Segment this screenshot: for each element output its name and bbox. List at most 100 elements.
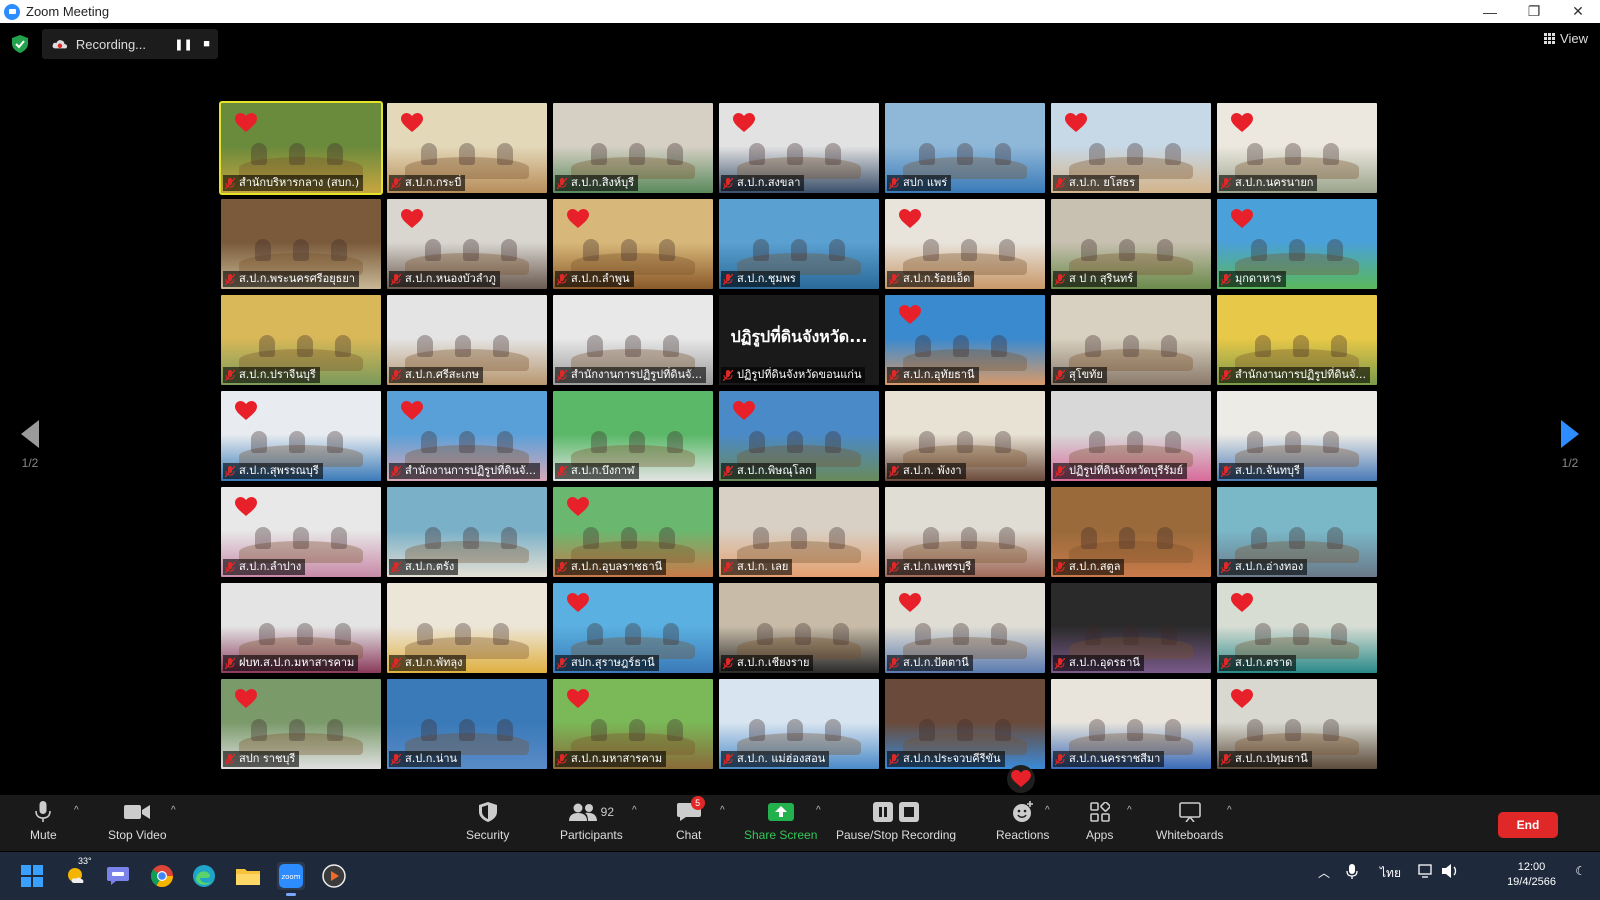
weather-widget[interactable]: 33° (64, 856, 92, 890)
teams-chat-icon[interactable] (104, 862, 132, 890)
network-icon[interactable] (1418, 864, 1436, 881)
media-player-icon[interactable] (320, 862, 348, 890)
participant-video-tile[interactable]: ปฏิรูปที่ดินจังหวัด... ปฏิรูปที่ดินจังหวั… (719, 295, 879, 385)
participant-video-tile[interactable]: สำนักงานการปฏิรูปที่ดินจั... (553, 295, 713, 385)
participant-video-tile[interactable]: ฝบท.ส.ป.ก.มหาสารคาม (221, 583, 381, 673)
participant-video-tile[interactable]: มุกดาหาร (1217, 199, 1377, 289)
participant-video-tile[interactable]: ส.ป.ก.ชุมพร (719, 199, 879, 289)
reactions-button[interactable]: Reactions (996, 799, 1049, 842)
participant-video-tile[interactable]: สปก ราชบุรี (221, 679, 381, 769)
participant-video-tile[interactable]: ส.ป.ก.ประจวบคีรีขัน (885, 679, 1045, 769)
show-hidden-icons-chevron-icon[interactable]: ︿ (1318, 864, 1330, 881)
participant-video-tile[interactable]: ส.ป.ก. แม่ฮ่องสอน (719, 679, 879, 769)
participant-video-tile[interactable]: ส.ป.ก.อ่างทอง (1217, 487, 1377, 577)
video-options-chevron-icon[interactable]: ^ (171, 805, 176, 816)
clock-time: 12:00 (1517, 861, 1546, 873)
participant-video-tile[interactable]: ปฏิรูปที่ดินจังหวัดบุรีรัมย์ (1051, 391, 1211, 481)
participant-video-tile[interactable]: ส.ป.ก.ตราด (1217, 583, 1377, 673)
stop-video-button[interactable]: Stop Video (108, 799, 167, 842)
participant-name-label: ส ป ก สุรินทร์ (1053, 271, 1138, 287)
muted-microphone-icon (556, 753, 568, 766)
participant-video-tile[interactable]: ส.ป.ก.ลำปาง (221, 487, 381, 577)
participant-video-tile[interactable]: สปก.สุราษฎร์ธานี (553, 583, 713, 673)
participant-video-tile[interactable]: ส.ป.ก.ปราจีนบุรี (221, 295, 381, 385)
participants-button[interactable]: 92 Participants (560, 799, 623, 842)
participant-video-tile[interactable]: ส.ป.ก.ร้อยเอ็ด (885, 199, 1045, 289)
next-page-button[interactable]: 1/2 (1550, 420, 1590, 470)
notifications-icon[interactable]: ☾ (1575, 864, 1586, 878)
participant-video-tile[interactable]: สำนักงานการปฏิรูปที่ดินจั... (387, 391, 547, 481)
participant-video-tile[interactable]: สำนักบริหารกลาง (สบก.) (219, 101, 383, 195)
participant-video-tile[interactable]: ส.ป.ก.ลำพูน (553, 199, 713, 289)
apps-options-chevron-icon[interactable]: ^ (1127, 805, 1132, 816)
whiteboards-button[interactable]: Whiteboards (1156, 799, 1223, 842)
end-meeting-button[interactable]: End (1498, 812, 1558, 838)
mute-button[interactable]: Mute (30, 799, 57, 842)
previous-page-button[interactable]: 1/2 (10, 420, 50, 470)
speaker-volume-icon[interactable] (1442, 864, 1460, 881)
participant-video-tile[interactable]: ส.ป.ก.อุดรธานี (1051, 583, 1211, 673)
muted-microphone-icon (1054, 657, 1066, 670)
participant-video-tile[interactable]: ส.ป.ก.เชียงราย (719, 583, 879, 673)
participant-video-tile[interactable]: ส.ป.ก.น่าน (387, 679, 547, 769)
system-clock[interactable]: 12:00 19/4/2566 (1507, 860, 1556, 890)
stop-video-label: Stop Video (108, 828, 167, 842)
muted-microphone-icon (888, 657, 900, 670)
participant-video-tile[interactable]: ส.ป.ก.สุพรรณบุรี (221, 391, 381, 481)
participant-video-tile[interactable]: ส.ป.ก.บึงกาฬ (553, 391, 713, 481)
participant-video-tile[interactable]: ส.ป.ก.อุบลราชธานี (553, 487, 713, 577)
chrome-icon[interactable] (148, 862, 176, 890)
participant-video-tile[interactable]: ส.ป.ก.ตรัง (387, 487, 547, 577)
security-button[interactable]: Security (466, 799, 509, 842)
participant-video-tile[interactable]: ส.ป.ก.สิงห์บุรี (553, 103, 713, 193)
participant-video-tile[interactable]: ส.ป.ก.พระนครศรีอยุธยา (221, 199, 381, 289)
windows-start-icon[interactable] (18, 862, 46, 890)
participant-video-tile[interactable]: ส.ป.ก.มหาสารคาม (553, 679, 713, 769)
participant-video-tile[interactable]: สปก แพร่ (885, 103, 1045, 193)
apps-button[interactable]: Apps (1086, 799, 1113, 842)
audio-options-chevron-icon[interactable]: ^ (74, 805, 79, 816)
encryption-shield-icon[interactable] (12, 35, 28, 53)
participant-video-tile[interactable]: สำนักงานการปฏิรูปที่ดินจั... (1217, 295, 1377, 385)
view-button[interactable]: View (1544, 31, 1588, 46)
participant-video-tile[interactable]: ส.ป.ก.อุทัยธานี (885, 295, 1045, 385)
participant-video-tile[interactable]: ส.ป.ก.สงขลา (719, 103, 879, 193)
participant-name-label: ส.ป.ก.ลำปาง (223, 559, 306, 575)
muted-microphone-icon (1054, 273, 1066, 286)
participant-video-tile[interactable]: ส ป ก สุรินทร์ (1051, 199, 1211, 289)
chat-options-chevron-icon[interactable]: ^ (720, 805, 725, 816)
restore-button[interactable]: ❐ (1512, 0, 1556, 23)
language-indicator[interactable]: ไทย (1380, 864, 1401, 883)
participant-video-tile[interactable]: ส.ป.ก.นครราชสีมา (1051, 679, 1211, 769)
participant-video-tile[interactable]: ส.ป.ก.จันทบุรี (1217, 391, 1377, 481)
microphone-tray-icon[interactable] (1346, 864, 1358, 883)
participant-video-tile[interactable]: ส.ป.ก. พังงา (885, 391, 1045, 481)
participant-video-tile[interactable]: ส.ป.ก.เพชรบุรี (885, 487, 1045, 577)
participant-video-tile[interactable]: ส.ป.ก.กระบี่ (387, 103, 547, 193)
stop-recording-button[interactable]: ■ (195, 38, 218, 50)
participants-options-chevron-icon[interactable]: ^ (632, 805, 637, 816)
participant-video-tile[interactable]: ส.ป.ก.พัทลุง (387, 583, 547, 673)
close-button[interactable]: ✕ (1556, 0, 1600, 23)
participant-video-tile[interactable]: ส.ป.ก.ศรีสะเกษ (387, 295, 547, 385)
reactions-options-chevron-icon[interactable]: ^ (1045, 805, 1050, 816)
participant-video-tile[interactable]: ส.ป.ก.ปัตตานี (885, 583, 1045, 673)
participant-video-tile[interactable]: ส.ป.ก.หนองบัวลำภู (387, 199, 547, 289)
pause-stop-recording-button[interactable]: Pause/Stop Recording (836, 799, 956, 842)
participant-video-tile[interactable]: ส.ป.ก.พิษณุโลก (719, 391, 879, 481)
participant-video-tile[interactable]: ส.ป.ก. ยโสธร (1051, 103, 1211, 193)
participant-video-tile[interactable]: ส.ป.ก.สตูล (1051, 487, 1211, 577)
whiteboards-options-chevron-icon[interactable]: ^ (1227, 805, 1232, 816)
pause-recording-button[interactable]: ❚❚ (172, 38, 195, 51)
participant-video-tile[interactable]: ส.ป.ก.นครนายก (1217, 103, 1377, 193)
edge-icon[interactable] (190, 862, 218, 890)
file-explorer-icon[interactable] (234, 862, 262, 890)
share-screen-button[interactable]: Share Screen (744, 799, 817, 842)
zoom-taskbar-icon[interactable]: zoom (277, 862, 305, 896)
chat-button[interactable]: 5 Chat (676, 796, 705, 842)
participant-video-tile[interactable]: ส.ป.ก.ปทุมธานี (1217, 679, 1377, 769)
participant-video-tile[interactable]: ส.ป.ก. เลย (719, 487, 879, 577)
share-options-chevron-icon[interactable]: ^ (816, 805, 821, 816)
minimize-button[interactable]: — (1468, 0, 1512, 23)
participant-video-tile[interactable]: สุโขทัย (1051, 295, 1211, 385)
